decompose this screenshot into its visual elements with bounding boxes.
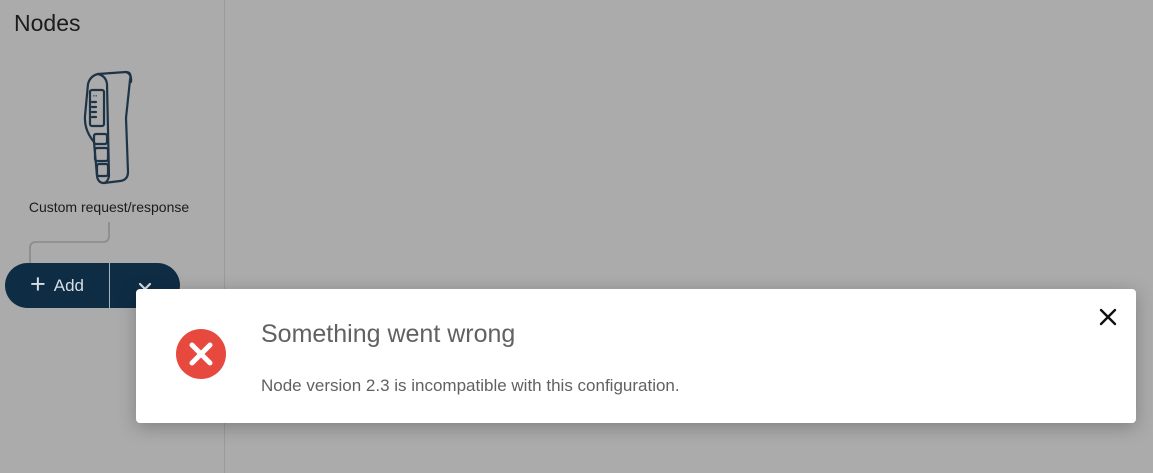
- svg-text:▪▪▪: ▪▪▪: [93, 93, 98, 98]
- sidebar-title: Nodes: [14, 10, 81, 36]
- node-label[interactable]: Custom request/response: [0, 199, 218, 215]
- error-icon: [176, 329, 226, 379]
- add-button[interactable]: + Add: [5, 263, 109, 308]
- close-icon[interactable]: [1096, 305, 1120, 329]
- toast-title: Something went wrong: [261, 320, 516, 348]
- plus-icon: +: [29, 269, 46, 299]
- add-button-label: Add: [53, 275, 85, 295]
- error-toast: Something went wrong Node version 2.3 is…: [136, 289, 1136, 423]
- toast-message: Node version 2.3 is incompatible with th…: [261, 376, 680, 395]
- gateway-device-icon[interactable]: ▪▪▪: [76, 68, 138, 188]
